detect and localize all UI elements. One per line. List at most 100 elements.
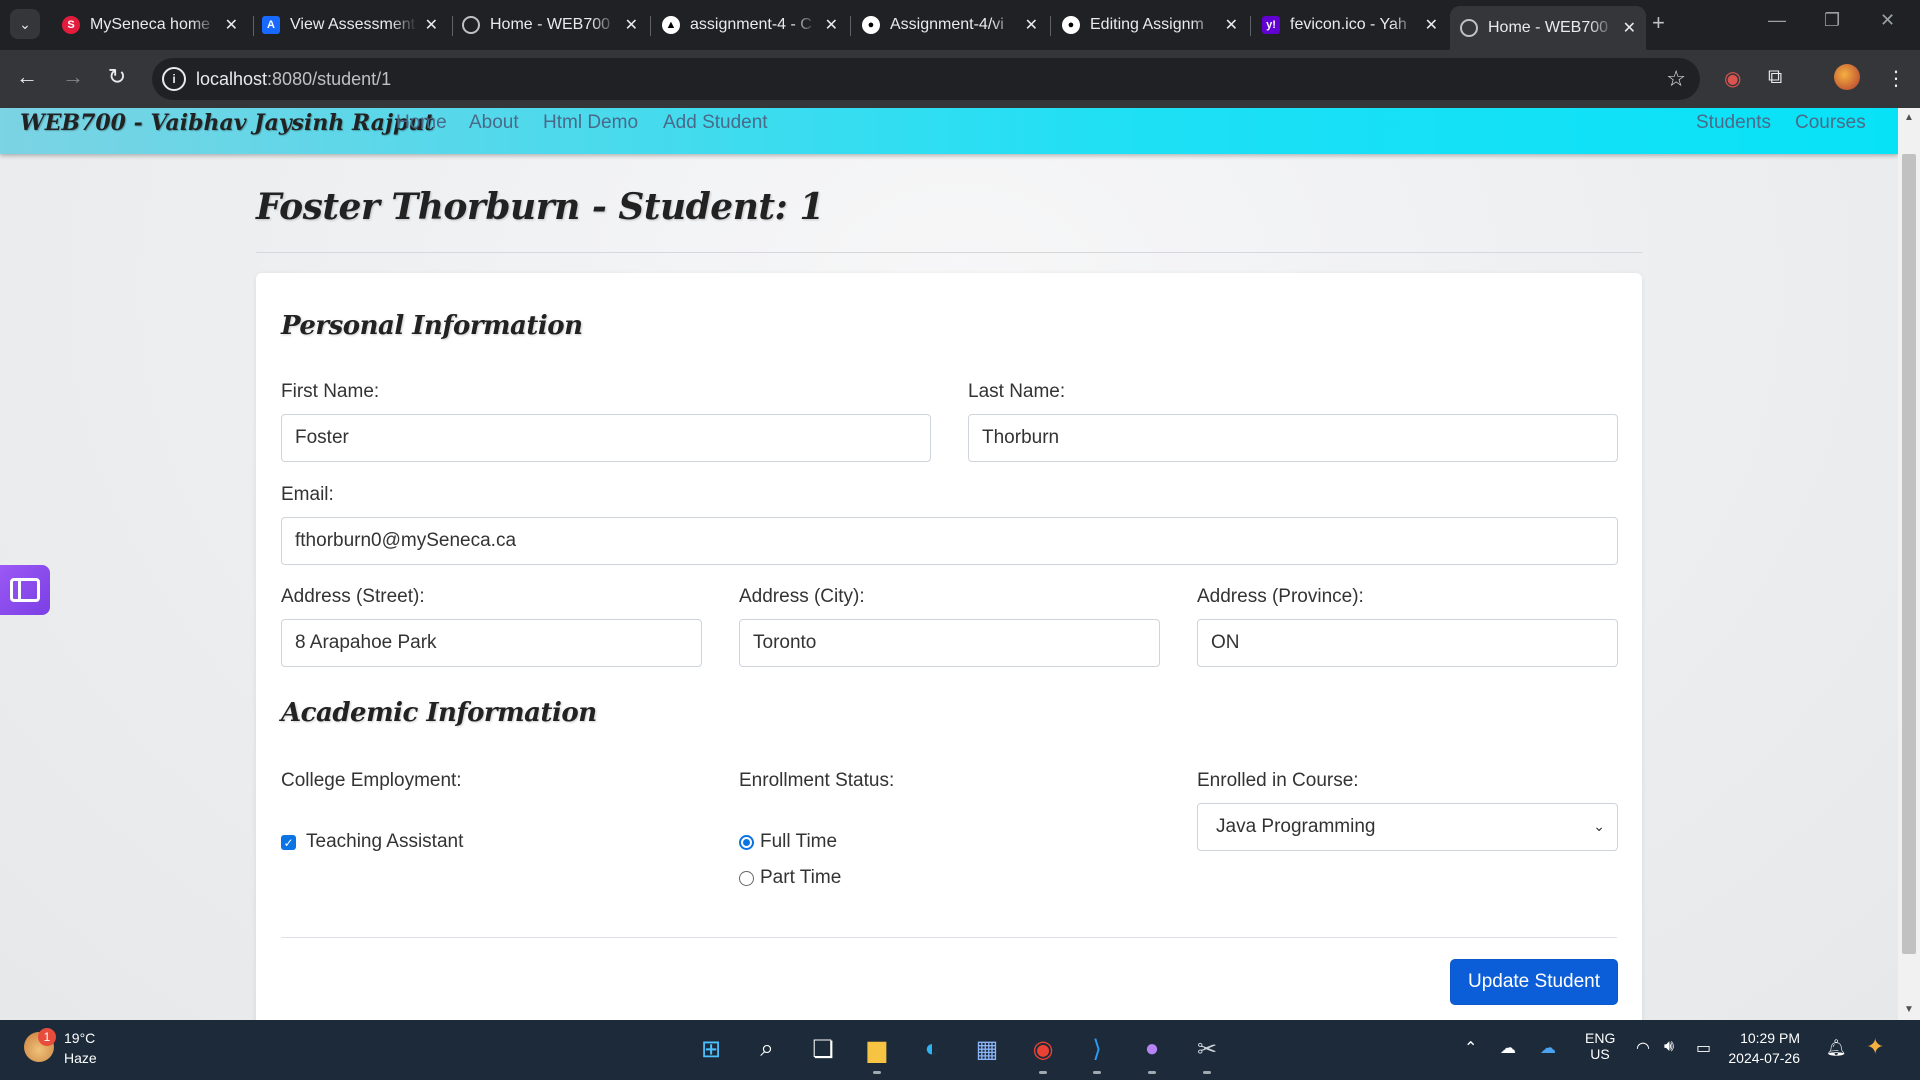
browser-tab-active[interactable]: Home - WEB700 ✕ — [1450, 6, 1646, 50]
extension-record-icon[interactable]: ◉ — [1724, 66, 1741, 91]
search-icon[interactable]: ⌕ — [750, 1032, 784, 1066]
cloud-icon[interactable]: ☁ — [1500, 1038, 1516, 1058]
city-label: Address (City): — [739, 586, 865, 607]
tab-title: Assignment-4/vi — [890, 16, 1004, 33]
chevron-up-icon[interactable]: ⌃ — [1464, 1038, 1477, 1058]
site-info-icon[interactable]: i — [162, 67, 186, 91]
browser-tab[interactable]: ● Editing Assignm ✕ — [1052, 8, 1248, 42]
file-explorer-icon[interactable]: ▆ — [860, 1032, 894, 1066]
reload-icon[interactable]: ↻ — [102, 64, 132, 90]
edge-icon[interactable]: ◐ — [915, 1032, 949, 1066]
browser-tab[interactable]: ● Assignment-4/vi ✕ — [852, 8, 1048, 42]
new-tab-button[interactable]: + — [1652, 10, 1665, 36]
browser-tab[interactable]: Home - WEB700 ✕ — [452, 8, 648, 42]
store-icon[interactable]: ▦ — [970, 1032, 1004, 1066]
personal-info-heading: Personal Information — [281, 311, 583, 341]
notification-badge: 1 — [38, 1028, 56, 1046]
forward-icon[interactable]: → — [58, 64, 88, 90]
city-input[interactable]: Toronto — [739, 619, 1160, 667]
part-time-radio[interactable] — [739, 871, 754, 886]
extensions-puzzle-icon[interactable]: ⧉ — [1768, 66, 1782, 89]
close-tab-icon[interactable]: ✕ — [625, 15, 638, 35]
globe-icon — [1460, 19, 1478, 37]
last-name-input[interactable]: Thorburn — [968, 414, 1618, 462]
site-navbar: WEB700 - Vaibhav Jaysinh Rajput Home Abo… — [0, 108, 1898, 154]
nav-link-students[interactable]: Students — [1696, 112, 1771, 134]
address-bar[interactable]: i localhost:8080/student/1 ☆ — [152, 58, 1700, 100]
close-tab-icon[interactable]: ✕ — [1623, 18, 1636, 38]
scroll-up-icon[interactable]: ▲ — [1904, 112, 1914, 123]
tab-title: Home - WEB700 — [1488, 19, 1609, 36]
scrollbar-thumb[interactable] — [1902, 154, 1916, 954]
browser-tab[interactable]: S MySeneca home ✕ — [52, 8, 248, 42]
teaching-assistant-checkbox[interactable]: ✓ — [281, 835, 296, 850]
nav-link-about[interactable]: About — [469, 112, 519, 134]
nav-link-add-student[interactable]: Add Student — [663, 112, 768, 134]
sidebar-toggle-extension[interactable] — [0, 565, 50, 615]
close-tab-icon[interactable]: ✕ — [425, 15, 438, 35]
close-tab-icon[interactable]: ✕ — [1025, 15, 1038, 35]
nav-link-courses[interactable]: Courses — [1795, 112, 1866, 134]
nav-link-home[interactable]: Home — [396, 112, 447, 134]
title-divider — [256, 252, 1642, 253]
full-time-label[interactable]: Full Time — [760, 831, 837, 853]
nav-link-html-demo[interactable]: Html Demo — [543, 112, 638, 134]
browser-tab[interactable]: ▲ assignment-4 - C ✕ — [652, 8, 848, 42]
clock[interactable]: 10:29 PM 2024-07-26 — [1720, 1030, 1800, 1066]
browser-tab[interactable]: y! fevicon.ico - Yah ✕ — [1252, 8, 1448, 42]
province-input[interactable]: ON — [1197, 619, 1618, 667]
profile-avatar[interactable] — [1834, 64, 1860, 90]
wifi-icon[interactable]: ◠ — [1636, 1038, 1650, 1058]
page-viewport: WEB700 - Vaibhav Jaysinh Rajput Home Abo… — [0, 108, 1920, 1020]
more-menu-icon[interactable]: ⋮ — [1886, 66, 1906, 91]
back-icon[interactable]: ← — [12, 64, 42, 90]
chrome-icon[interactable]: ◉ — [1026, 1032, 1060, 1066]
sidebar-panel-icon — [10, 578, 40, 602]
bookmark-star-icon[interactable]: ☆ — [1666, 66, 1686, 92]
yahoo-favicon-icon: y! — [1262, 16, 1280, 34]
snipping-tool-icon[interactable]: ✂ — [1190, 1032, 1224, 1066]
scroll-down-icon[interactable]: ▼ — [1904, 1004, 1914, 1015]
task-view-icon[interactable]: ❏ — [806, 1032, 840, 1066]
onedrive-icon[interactable]: ☁ — [1540, 1038, 1556, 1058]
windows-start-icon[interactable]: ⊞ — [694, 1032, 728, 1066]
tab-search-button[interactable]: ⌄ — [10, 9, 40, 39]
close-tab-icon[interactable]: ✕ — [1225, 15, 1238, 35]
weather-description[interactable]: Haze — [64, 1050, 97, 1066]
first-name-input[interactable]: Foster — [281, 414, 931, 462]
employment-label: College Employment: — [281, 770, 462, 791]
github-desktop-icon[interactable]: ● — [1135, 1032, 1169, 1066]
clock-date: 2024-07-26 — [1728, 1050, 1800, 1066]
browser-tab[interactable]: A View Assessment ✕ — [252, 8, 448, 42]
page-scrollbar[interactable]: ▲ ▼ — [1898, 108, 1920, 1020]
email-input[interactable]: fthorburn0@mySeneca.ca — [281, 517, 1618, 565]
tab-title: Editing Assignm — [1090, 16, 1204, 33]
part-time-label[interactable]: Part Time — [760, 867, 841, 889]
language-indicator[interactable]: ENG US — [1585, 1030, 1615, 1062]
restore-icon[interactable]: ❐ — [1824, 10, 1840, 31]
street-label: Address (Street): — [281, 586, 425, 607]
close-tab-icon[interactable]: ✕ — [825, 15, 838, 35]
notifications-bell-icon[interactable]: 🔔︎ — [1826, 1038, 1846, 1058]
volume-icon[interactable]: 🔊︎ — [1664, 1038, 1674, 1056]
update-student-button[interactable]: Update Student — [1450, 959, 1618, 1005]
url-text[interactable]: localhost:8080/student/1 — [196, 69, 391, 90]
tab-title: View Assessment — [290, 16, 416, 33]
academic-info-heading: Academic Information — [281, 698, 597, 728]
street-input[interactable]: 8 Arapahoe Park — [281, 619, 702, 667]
course-select-value: Java Programming — [1216, 816, 1376, 837]
course-select[interactable]: Java Programming ⌄ — [1197, 803, 1618, 851]
battery-icon[interactable]: ▭ — [1696, 1038, 1711, 1058]
close-tab-icon[interactable]: ✕ — [1425, 15, 1438, 35]
course-label: Enrolled in Course: — [1197, 770, 1359, 791]
close-tab-icon[interactable]: ✕ — [225, 15, 238, 35]
full-time-radio[interactable] — [739, 835, 754, 850]
vscode-icon[interactable]: ⟩ — [1080, 1032, 1114, 1066]
teaching-assistant-label[interactable]: Teaching Assistant — [306, 831, 463, 853]
copilot-icon[interactable]: ✦ — [1866, 1034, 1884, 1060]
tab-title: Home - WEB700 — [490, 16, 611, 33]
navbar-brand[interactable]: WEB700 - Vaibhav Jaysinh Rajput — [20, 110, 435, 136]
close-window-icon[interactable]: ✕ — [1880, 10, 1895, 31]
weather-temperature[interactable]: 19°C — [64, 1030, 95, 1046]
minimize-icon[interactable]: — — [1768, 10, 1786, 31]
